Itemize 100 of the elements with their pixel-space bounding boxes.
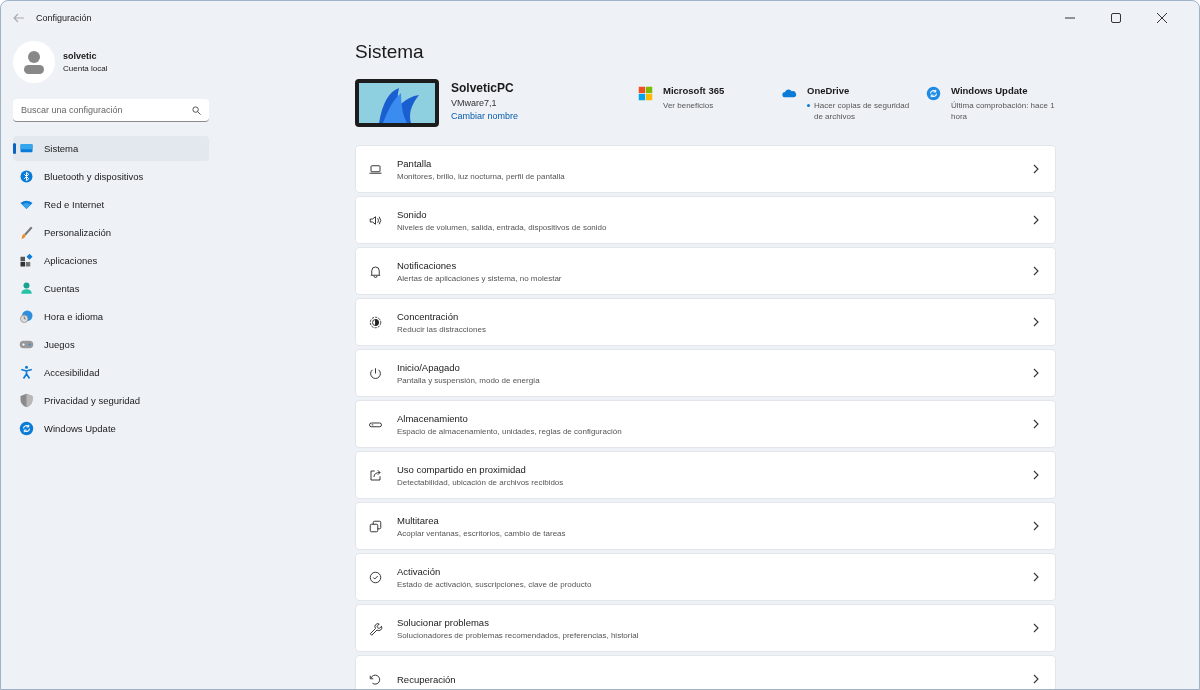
setting-title: Pantalla bbox=[397, 157, 433, 169]
quick-link-subtitle: Hacer copias de seguridad de archivos bbox=[814, 100, 911, 123]
bell-icon bbox=[368, 263, 383, 279]
sidebar-item-label: Juegos bbox=[44, 339, 75, 350]
sidebar-item-label: Bluetooth y dispositivos bbox=[44, 171, 144, 182]
settings-card[interactable]: Recuperación bbox=[355, 655, 1056, 689]
sidebar-item[interactable]: Accesibilidad bbox=[13, 360, 209, 385]
check-circle-icon bbox=[368, 569, 383, 585]
selection-indicator bbox=[13, 143, 16, 154]
chevron-right-icon bbox=[1033, 368, 1039, 378]
quick-link-title[interactable]: OneDrive bbox=[807, 85, 912, 96]
chevron-right-icon bbox=[1033, 266, 1039, 276]
setting-description: Pantalla y suspensión, modo de energía bbox=[397, 375, 541, 385]
sidebar-item-label: Hora e idioma bbox=[44, 311, 104, 322]
chevron-right-icon bbox=[1033, 470, 1039, 480]
device-name: SolveticPC bbox=[451, 81, 515, 95]
settings-card[interactable]: Almacenamiento Espacio de almacenamiento, unidades, reglas de configuración bbox=[355, 400, 1056, 448]
accessibility-icon bbox=[19, 365, 34, 380]
chevron-right-icon bbox=[1033, 419, 1039, 429]
page-title: Sistema bbox=[355, 41, 425, 64]
setting-description: Monitores, brillo, luz nocturna, perfil de pantalla bbox=[397, 171, 566, 181]
chevron-right-icon bbox=[1033, 572, 1039, 582]
setting-title: Solucionar problemas bbox=[397, 616, 490, 628]
globe-clock-icon bbox=[19, 309, 34, 324]
chevron-right-icon bbox=[1033, 674, 1039, 684]
setting-title: Inicio/Apagado bbox=[397, 361, 461, 373]
settings-card[interactable]: Activación Estado de activación, suscripciones, clave de producto bbox=[355, 553, 1056, 601]
settings-card[interactable]: Multitarea Acoplar ventanas, escritorios, cambio de tareas bbox=[355, 502, 1056, 550]
account-name: solvetic bbox=[63, 51, 98, 61]
sidebar-item[interactable]: Juegos bbox=[13, 332, 209, 357]
power-icon bbox=[368, 365, 383, 381]
settings-card[interactable]: Notificaciones Alertas de aplicaciones y sistema, no molestar bbox=[355, 247, 1056, 295]
settings-card[interactable]: Inicio/Apagado Pantalla y suspensión, modo de energía bbox=[355, 349, 1056, 397]
wrench-icon bbox=[368, 620, 383, 636]
sync-icon bbox=[19, 421, 34, 436]
sidebar-item-label: Windows Update bbox=[44, 423, 116, 434]
search-input[interactable]: Buscar una configuración bbox=[21, 105, 192, 115]
setting-description: Niveles de volumen, salida, entrada, dispositivos de sonido bbox=[397, 222, 608, 232]
setting-title: Recuperación bbox=[397, 673, 457, 685]
apps-icon bbox=[19, 253, 34, 268]
sidebar-item-label: Aplicaciones bbox=[44, 255, 98, 266]
back-arrow-icon[interactable] bbox=[13, 13, 25, 23]
settings-card[interactable]: Concentración Reducir las distracciones bbox=[355, 298, 1056, 346]
person-icon bbox=[19, 281, 34, 296]
chevron-right-icon bbox=[1033, 317, 1039, 327]
sidebar-item[interactable]: Cuentas bbox=[13, 276, 209, 301]
chevron-right-icon bbox=[1033, 215, 1039, 225]
focus-icon bbox=[368, 314, 383, 330]
quick-link-title[interactable]: Windows Update bbox=[951, 85, 1056, 96]
search-field[interactable]: Buscar una configuración bbox=[13, 99, 209, 122]
quick-link-title[interactable]: Microsoft 365 bbox=[663, 85, 725, 96]
sidebar-item[interactable]: Bluetooth y dispositivos bbox=[13, 164, 209, 189]
account-type: Cuenta local bbox=[63, 64, 108, 73]
chevron-right-icon bbox=[1033, 164, 1039, 174]
windows-stack-icon bbox=[368, 518, 383, 534]
quick-link-subtitle: Última comprobación: hace 1 hora bbox=[951, 100, 1056, 123]
setting-title: Concentración bbox=[397, 310, 460, 322]
settings-card[interactable]: Uso compartido en proximidad Detectabilidad, ubicación de archivos recibidos bbox=[355, 451, 1056, 499]
sidebar-item-label: Personalización bbox=[44, 227, 112, 238]
setting-title: Notificaciones bbox=[397, 259, 458, 271]
shield-icon bbox=[19, 393, 34, 408]
sidebar-item-label: Sistema bbox=[44, 143, 79, 154]
sidebar-item[interactable]: Hora e idioma bbox=[13, 304, 209, 329]
sidebar-item[interactable]: Red e Internet bbox=[13, 192, 209, 217]
setting-description: Acoplar ventanas, escritorios, cambio de tareas bbox=[397, 528, 567, 538]
sidebar-item-label: Red e Internet bbox=[44, 199, 105, 210]
sidebar-item-label: Cuentas bbox=[44, 283, 80, 294]
close-icon[interactable] bbox=[1157, 13, 1167, 23]
sidebar-item-label: Privacidad y seguridad bbox=[44, 395, 141, 406]
sidebar-item[interactable]: Privacidad y seguridad bbox=[13, 388, 209, 413]
sync-icon[interactable] bbox=[926, 86, 941, 101]
setting-description: Detectabilidad, ubicación de archivos recibidos bbox=[397, 477, 565, 487]
search-icon bbox=[192, 105, 201, 115]
settings-card[interactable]: Sonido Niveles de volumen, salida, entrada, dispositivos de sonido bbox=[355, 196, 1056, 244]
sidebar-item-label: Accesibilidad bbox=[44, 367, 100, 378]
setting-description: Reducir las distracciones bbox=[397, 324, 487, 334]
setting-title: Uso compartido en proximidad bbox=[397, 463, 527, 475]
sidebar-item[interactable]: Sistema bbox=[13, 136, 209, 161]
bluetooth-icon bbox=[19, 169, 34, 184]
settings-card[interactable]: Solucionar problemas Solucionadores de problemas recomendados, preferencias, historial bbox=[355, 604, 1056, 652]
sidebar-item[interactable]: Personalización bbox=[13, 220, 209, 245]
chevron-right-icon bbox=[1033, 623, 1039, 633]
device-model: VMware7,1 bbox=[451, 98, 498, 108]
setting-description: Espacio de almacenamiento, unidades, reglas de configuración bbox=[397, 426, 623, 436]
window-title: Configuración bbox=[36, 13, 92, 23]
sidebar-item[interactable]: Aplicaciones bbox=[13, 248, 209, 273]
setting-description: Alertas de aplicaciones y sistema, no molestar bbox=[397, 273, 563, 283]
share-icon bbox=[368, 467, 383, 483]
maximize-icon[interactable] bbox=[1111, 13, 1121, 23]
brush-icon bbox=[19, 225, 34, 240]
rename-link[interactable]: Cambiar nombre bbox=[451, 111, 519, 121]
sidebar-item[interactable]: Windows Update bbox=[13, 416, 209, 441]
setting-title: Multitarea bbox=[397, 514, 440, 526]
setting-description: Solucionadores de problemas recomendados, preferencias, historial bbox=[397, 630, 640, 640]
settings-card[interactable]: Pantalla Monitores, brillo, luz nocturna, perfil de pantalla bbox=[355, 145, 1056, 193]
avatar-icon[interactable] bbox=[13, 41, 55, 83]
chevron-right-icon bbox=[1033, 521, 1039, 531]
microsoft-365-icon[interactable] bbox=[638, 86, 653, 101]
setting-title: Activación bbox=[397, 565, 442, 577]
setting-description: Estado de activación, suscripciones, clave de producto bbox=[397, 579, 593, 589]
